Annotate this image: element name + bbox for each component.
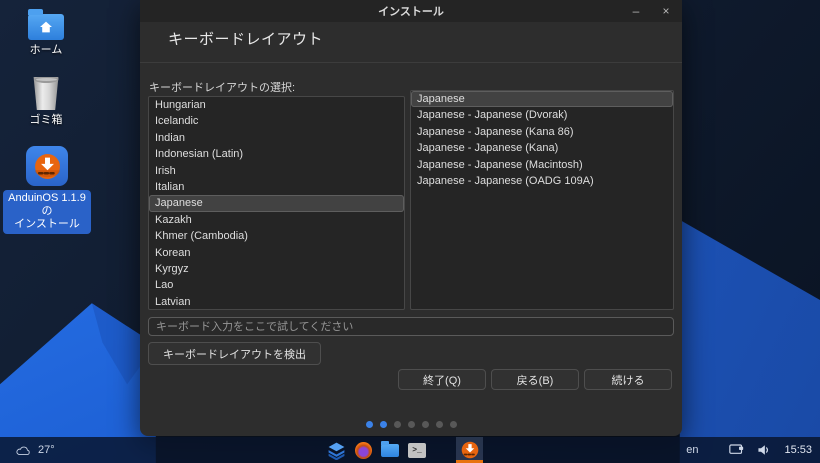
installer-icon [461,441,479,459]
installer-taskbar-button[interactable] [456,437,483,463]
weather-temp: 27° [38,444,55,456]
taskbar: 27° >_ en [0,437,820,463]
weather-widget[interactable]: 27° [16,444,55,456]
keyboard-variant-list[interactable]: JapaneseJapanese - Japanese (Dvorak)Japa… [410,90,674,310]
desktop-icon-label: ホーム [30,44,63,57]
variant-option[interactable]: Japanese - Japanese (Kana) [411,140,673,156]
progress-dot [380,421,387,428]
variant-option[interactable]: Japanese - Japanese (Macintosh) [411,157,673,173]
page-title: キーボードレイアウト [168,28,323,49]
progress-dot [436,421,443,428]
desktop-icon-installer[interactable]: AnduinOS 1.1.9 の インストール [3,146,91,234]
desktop-icon-label-line2: インストール [8,218,86,231]
variant-option[interactable]: Japanese [411,91,673,107]
firefox-button[interactable] [353,440,373,460]
window-controls: – × [628,0,674,22]
installer-download-icon [34,153,61,180]
variant-option[interactable]: Japanese - Japanese (Dvorak) [411,107,673,123]
desktop-icon-label-line1: AnduinOS 1.1.9 の [8,192,86,218]
minimize-button[interactable]: – [628,0,644,22]
keyboard-test-input[interactable] [148,317,674,336]
layout-option[interactable]: Hungarian [149,97,404,113]
layout-option[interactable]: Indian [149,130,404,146]
home-folder-icon [28,14,64,40]
house-glyph-icon [40,21,53,33]
progress-dot [366,421,373,428]
taskbar-app-icons: >_ [326,437,483,463]
desktop-icon-home[interactable]: ホーム [17,8,75,57]
quit-button[interactable]: 終了(Q) [398,369,486,390]
layout-option[interactable]: Italian [149,179,404,195]
layout-option[interactable]: Khmer (Cambodia) [149,228,404,244]
window-title: インストール [378,3,444,19]
variant-option[interactable]: Japanese - Japanese (Kana 86) [411,124,673,140]
layout-select-label: キーボードレイアウトの選択: [149,79,295,95]
installer-selected-highlight [26,146,68,186]
layout-option[interactable]: Irish [149,163,404,179]
terminal-icon: >_ [408,443,426,458]
progress-dot [422,421,429,428]
continue-button[interactable]: 続ける [584,369,672,390]
progress-dot [394,421,401,428]
layout-option[interactable]: Indonesian (Latin) [149,146,404,162]
display-icon[interactable] [729,444,744,456]
desktop-icon-trash[interactable]: ゴミ箱 [17,76,75,127]
progress-dots [140,421,682,428]
keyboard-layout-indicator[interactable]: en [686,444,698,456]
clock[interactable]: 15:53 [784,444,812,456]
footer-buttons: 終了(Q) 戻る(B) 続ける [398,369,672,390]
close-button[interactable]: × [658,0,674,22]
system-tray: en 15:53 [686,444,812,456]
trash-icon [33,76,60,110]
progress-dot [408,421,415,428]
variant-option[interactable]: Japanese - Japanese (OADG 109A) [411,173,673,189]
keyboard-layout-list[interactable]: HungarianIcelandicIndianIndonesian (Lati… [148,96,405,310]
speaker-icon[interactable] [757,444,771,456]
layout-option[interactable]: Lao [149,277,404,293]
cloud-icon [16,445,31,456]
layout-option[interactable]: Japanese [149,195,404,211]
header-divider [140,62,682,63]
desktop-icon-label: ゴミ箱 [30,114,63,127]
layout-option[interactable]: Latvian [149,294,404,310]
installer-window: インストール – × キーボードレイアウト キーボードレイアウトの選択: Hun… [140,0,682,436]
window-titlebar: インストール [140,0,682,22]
layout-option[interactable]: Korean [149,245,404,261]
file-manager-icon [381,444,399,457]
detect-layout-button[interactable]: キーボードレイアウトを検出 [148,342,321,365]
layout-option[interactable]: Icelandic [149,113,404,129]
app-menu-layers-icon [327,441,346,460]
firefox-icon [355,442,372,459]
back-button[interactable]: 戻る(B) [491,369,579,390]
terminal-button[interactable]: >_ [407,440,427,460]
file-manager-button[interactable] [380,440,400,460]
layout-option[interactable]: Kyrgyz [149,261,404,277]
app-menu-button[interactable] [326,440,346,460]
installer-label-highlight: AnduinOS 1.1.9 の インストール [3,190,91,234]
progress-dot [450,421,457,428]
layout-option[interactable]: Kazakh [149,212,404,228]
